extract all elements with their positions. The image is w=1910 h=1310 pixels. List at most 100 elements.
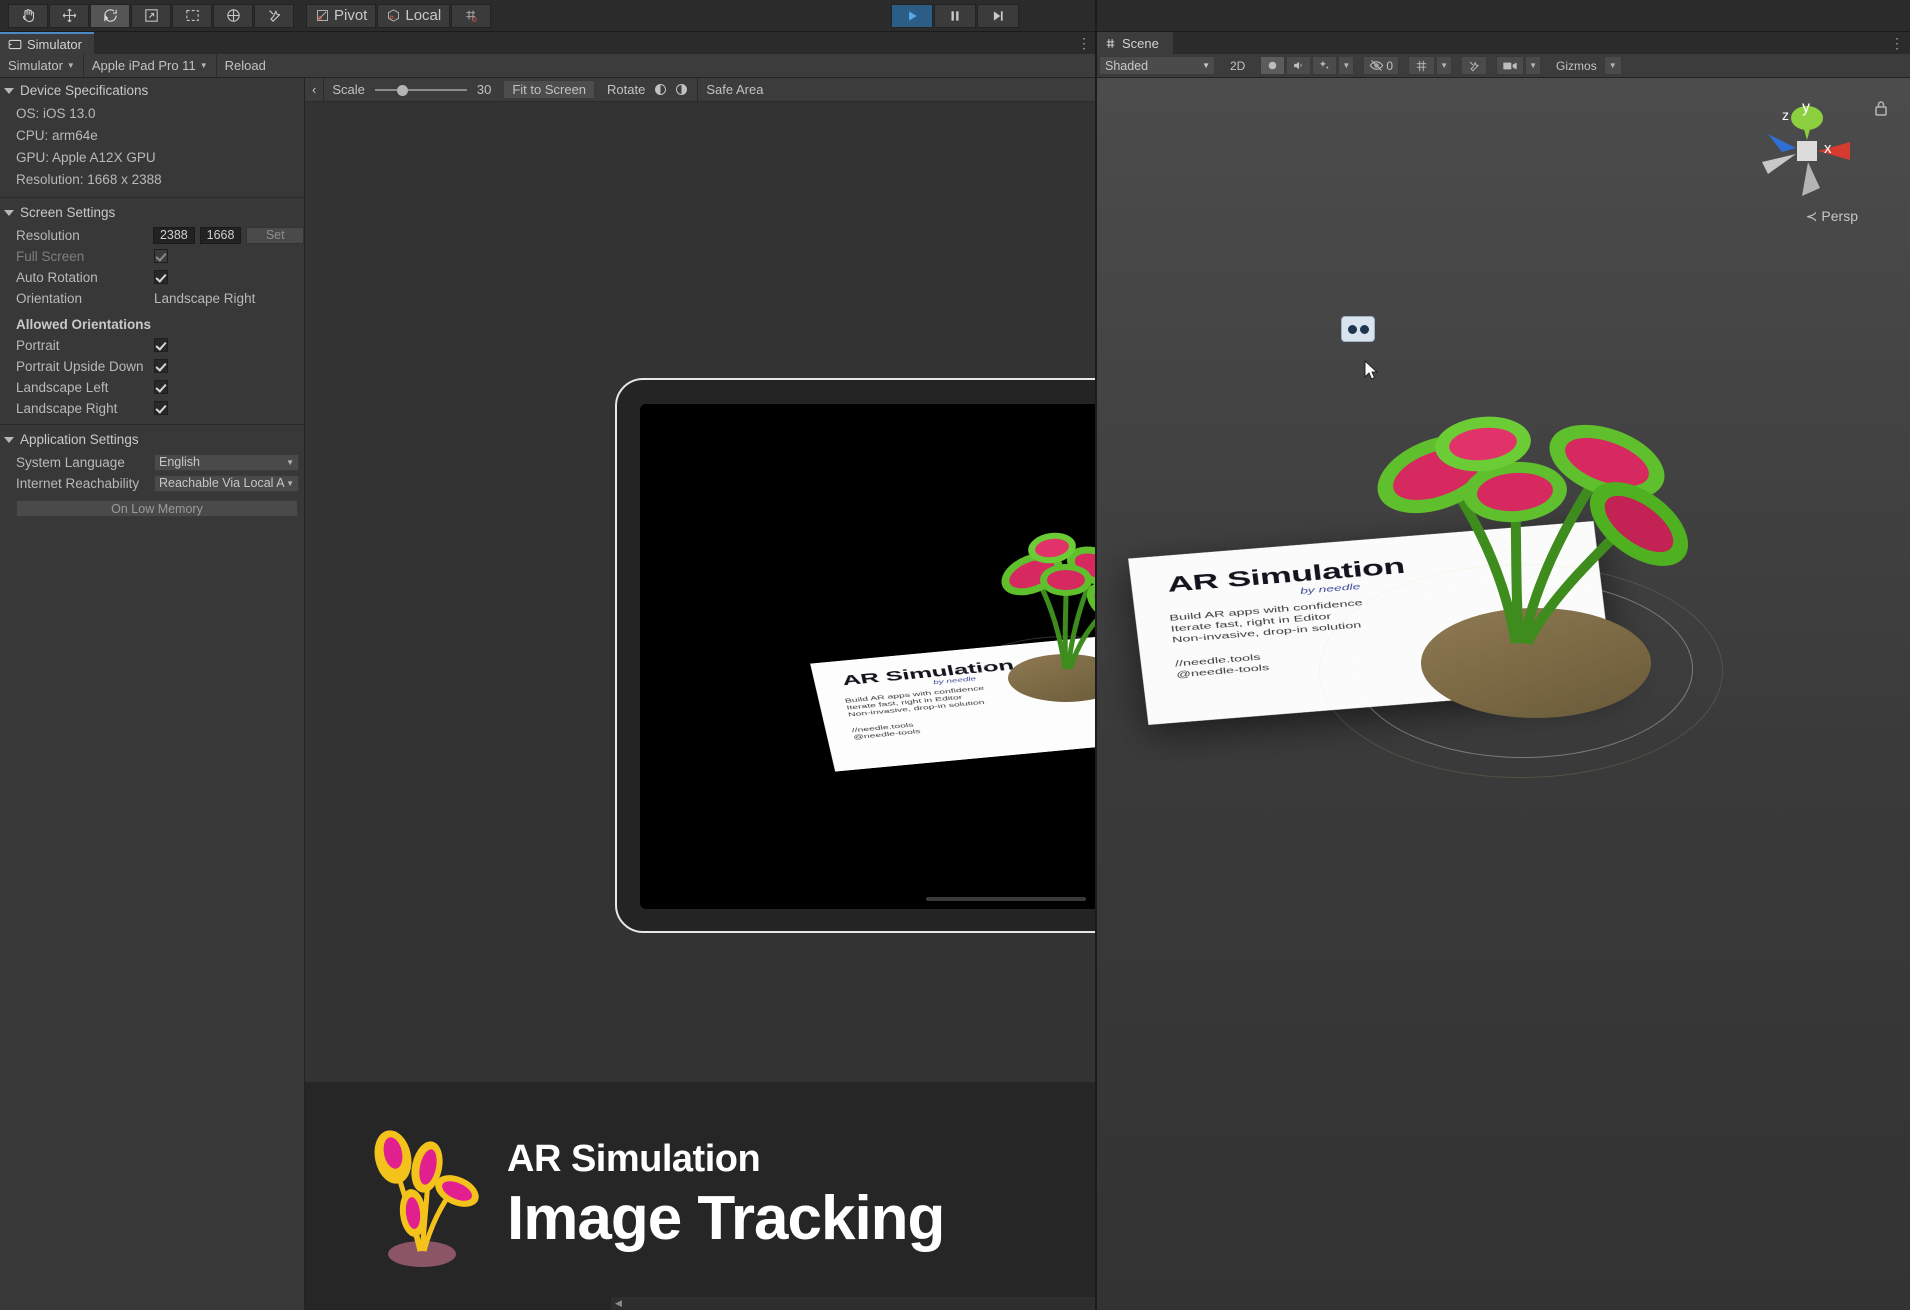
- step-button[interactable]: [977, 3, 1019, 28]
- on-low-memory-button[interactable]: On Low Memory: [16, 500, 298, 517]
- rotate-cw-icon: [676, 84, 688, 95]
- tab-simulator[interactable]: Simulator: [0, 32, 94, 54]
- device-specifications-header[interactable]: Device Specifications: [0, 78, 304, 103]
- scale-control[interactable]: Scale 30: [324, 78, 499, 102]
- play-button[interactable]: [891, 3, 933, 28]
- scene-hash-icon: [1106, 38, 1115, 48]
- simulator-panel-menu-button[interactable]: ⋮: [1077, 32, 1096, 54]
- scene-fx-toggle[interactable]: [1312, 56, 1338, 75]
- scene-visibility-toggle[interactable]: 0: [1363, 56, 1400, 75]
- scene-projection-label[interactable]: ≺ Persp: [1806, 208, 1858, 225]
- resolution-height-input[interactable]: 1668: [199, 226, 242, 244]
- scene-grid-toggle[interactable]: [1408, 56, 1436, 75]
- simulator-inspector: Device Specifications OS: iOS 13.0 CPU: …: [0, 78, 305, 1310]
- pause-button[interactable]: [934, 3, 976, 28]
- scene-lighting-toggle[interactable]: [1260, 56, 1286, 75]
- tab-scene-label: Scene: [1122, 35, 1159, 51]
- portrait-upside-down-label: Portrait Upside Down: [16, 358, 144, 374]
- eye-off-icon: [1369, 60, 1384, 71]
- pivot-mode-button[interactable]: Pivot: [306, 3, 377, 28]
- scene-panel-menu-button[interactable]: ⋮: [1890, 32, 1910, 54]
- scale-tool-button[interactable]: [131, 3, 171, 28]
- hand-tool-button[interactable]: [8, 3, 48, 28]
- gizmos-button[interactable]: Gizmos: [1550, 56, 1603, 75]
- resolution-width-input[interactable]: 2388: [153, 226, 195, 244]
- home-indicator: [926, 897, 1086, 901]
- scene-fx-dropdown[interactable]: ▼: [1338, 56, 1355, 75]
- gizmos-label: Gizmos: [1556, 58, 1597, 73]
- toggle-2d-label: 2D: [1230, 58, 1246, 73]
- landscape-left-label: Landscape Left: [16, 379, 109, 395]
- simulator-horizontal-scrollbar[interactable]: ◀ ▶: [611, 1297, 1096, 1310]
- custom-editor-tool-button[interactable]: [254, 3, 294, 28]
- gizmos-dropdown[interactable]: ▼: [1603, 56, 1622, 75]
- rotate-ccw-icon: [655, 84, 667, 95]
- landscape-right-label: Landscape Right: [16, 400, 118, 416]
- toggle-2d-button[interactable]: 2D: [1224, 56, 1251, 75]
- system-language-dropdown[interactable]: English ▼: [154, 453, 299, 471]
- scene-tools-button[interactable]: [1461, 56, 1488, 75]
- landscape-left-checkbox[interactable]: [154, 380, 168, 394]
- scroll-left-arrow-icon[interactable]: ◀: [615, 1298, 622, 1309]
- scale-slider-handle[interactable]: [396, 84, 408, 96]
- rotate-tool-button[interactable]: [90, 3, 130, 28]
- shading-mode-dropdown[interactable]: Shaded ▼: [1099, 56, 1215, 75]
- chevron-down-icon: ▼: [1440, 61, 1448, 70]
- tab-scene[interactable]: Scene: [1096, 32, 1173, 54]
- ar-tracked-plant-scene[interactable]: [1301, 408, 1723, 828]
- landscape-right-checkbox[interactable]: [154, 401, 168, 415]
- safe-area-button[interactable]: Safe Area: [697, 78, 771, 102]
- move-tool-button[interactable]: [49, 3, 89, 28]
- application-settings-header[interactable]: Application Settings: [0, 427, 304, 452]
- screen-settings-header[interactable]: Screen Settings: [0, 200, 304, 225]
- system-language-row: System Language English ▼: [0, 452, 304, 472]
- simulator-device-dropdown[interactable]: Simulator ▼: [0, 53, 84, 78]
- spec-resolution: Resolution: 1668 x 2388: [16, 172, 162, 187]
- orientation-label: Orientation: [16, 290, 83, 306]
- fit-to-screen-button[interactable]: Fit to Screen: [503, 80, 596, 99]
- scale-slider[interactable]: [374, 83, 467, 97]
- divider: [0, 197, 304, 198]
- simulator-viewport[interactable]: ‹ Scale 30 Fit to Screen Rotate Safe Are…: [305, 78, 1096, 1310]
- simulator-pane: Simulator ⋮ Simulator ▼ Apple iPad Pro 1…: [0, 32, 1096, 1310]
- view-back-button[interactable]: ‹: [305, 78, 325, 102]
- device-model-dropdown[interactable]: Apple iPad Pro 11 ▼: [84, 53, 217, 78]
- scene-camera-button[interactable]: [1496, 56, 1525, 75]
- divider: [0, 424, 304, 425]
- simulator-view-toolbar: ‹ Scale 30 Fit to Screen Rotate Safe Are…: [305, 78, 1096, 102]
- handle-rotation-button[interactable]: Local: [377, 3, 451, 28]
- tab-simulator-label: Simulator: [27, 36, 82, 52]
- auto-rotation-checkbox[interactable]: [154, 270, 168, 284]
- internet-reachability-dropdown[interactable]: Reachable Via Local A ▼: [154, 474, 299, 492]
- shading-mode-value: Shaded: [1105, 58, 1149, 73]
- full-screen-checkbox[interactable]: [154, 249, 168, 263]
- gizmo-axis-z-label: z: [1782, 107, 1789, 123]
- scene-audio-toggle[interactable]: [1286, 56, 1312, 75]
- foldout-triangle-icon: [4, 87, 14, 94]
- grid-icon: [1416, 60, 1427, 71]
- scene-grid-dropdown[interactable]: ▼: [1436, 56, 1453, 75]
- rect-tool-button[interactable]: [172, 3, 212, 28]
- device-model-label: Apple iPad Pro 11: [91, 58, 196, 73]
- portrait-row: Portrait: [0, 335, 304, 355]
- scene-camera-dropdown[interactable]: ▼: [1525, 56, 1542, 75]
- unity-editor-window: Pivot Local Simulator ⋮ Simulator ▼ Appl…: [0, 0, 1910, 1310]
- resolution-row: Resolution 2388 1668 Set: [0, 225, 304, 245]
- chevron-down-icon: ▼: [286, 478, 294, 488]
- scene-pane: Scene ⋮ Shaded ▼ 2D ▼ 0 ▼ ▼ Gizmos ▼ AR …: [1096, 32, 1910, 1310]
- device-screen[interactable]: AR Simulation by needle Build AR apps wi…: [640, 404, 1096, 909]
- portrait-checkbox[interactable]: [154, 338, 168, 352]
- simulator-device-dropdown-label: Simulator: [8, 58, 63, 73]
- grid-snapping-button[interactable]: [451, 3, 492, 28]
- rotate-control[interactable]: Rotate: [599, 78, 697, 102]
- pane-splitter[interactable]: [1095, 0, 1097, 1310]
- transform-tool-button[interactable]: [213, 3, 253, 28]
- scene-viewport[interactable]: AR Simulation by needle Build AR apps wi…: [1096, 78, 1910, 1310]
- portrait-upside-down-checkbox[interactable]: [154, 359, 168, 373]
- handle-rotation-label: Local: [405, 7, 442, 24]
- image-tracker-badge-icon[interactable]: [1341, 316, 1375, 342]
- scene-orientation-gizmo[interactable]: x y z: [1752, 96, 1862, 206]
- scene-lock-icon[interactable]: [1874, 100, 1888, 117]
- resolution-set-button[interactable]: Set: [246, 226, 304, 244]
- reload-button[interactable]: Reload: [217, 54, 274, 78]
